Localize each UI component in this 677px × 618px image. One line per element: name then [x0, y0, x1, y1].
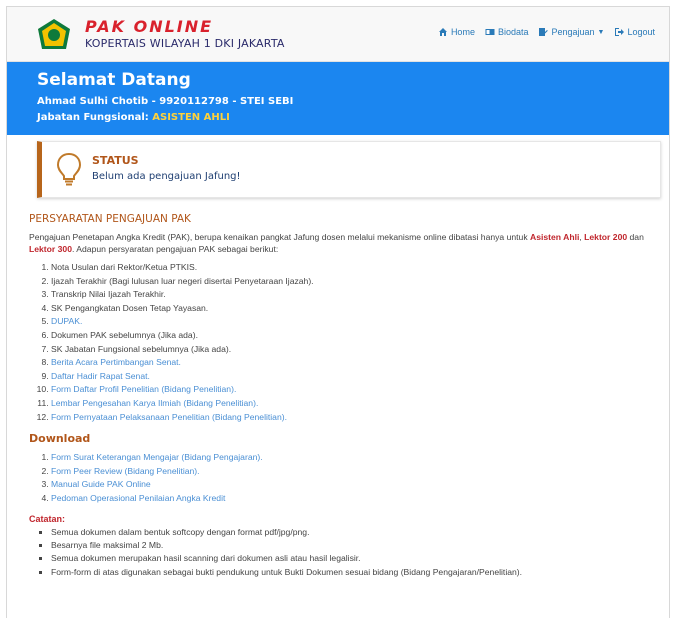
brand-title[interactable]: PAK ONLINE	[85, 17, 213, 36]
list-item: Transkrip Nilai Ijazah Terakhir.	[51, 288, 659, 302]
nav-pengajuan-label: Pengajuan	[551, 27, 595, 37]
nav-biodata-label: Biodata	[497, 27, 529, 37]
welcome-title: Selamat Datang	[37, 70, 191, 90]
list-item-link[interactable]: Lembar Pengesahan Karya Ilmiah (Bidang P…	[51, 397, 659, 411]
note-item: Form-form di atas digunakan sebagai bukt…	[51, 566, 659, 579]
list-item: Nota Usulan dari Rektor/Ketua PTKIS.	[51, 261, 659, 275]
download-link[interactable]: Pedoman Operasional Penilaian Angka Kred…	[51, 492, 659, 506]
page-frame: PAK ONLINE KOPERTAIS WILAYAH 1 DKI JAKAR…	[6, 6, 670, 618]
nav-logout[interactable]: Logout	[614, 27, 655, 37]
note-item: Besarnya file maksimal 2 Mb.	[51, 539, 659, 552]
requirements-intro: Pengajuan Penetapan Angka Kredit (PAK), …	[29, 231, 659, 255]
download-link[interactable]: Form Peer Review (Bidang Penelitian).	[51, 465, 659, 479]
asisten-ahli-label: Asisten Ahli	[530, 232, 580, 242]
intro-text-2: dan	[629, 232, 644, 242]
jabatan-label: Jabatan Fungsional:	[37, 112, 149, 123]
status-text: Belum ada pengajuan Jafung!	[92, 171, 241, 182]
list-item: Ijazah Terakhir (Bagi lulusan luar neger…	[51, 275, 659, 289]
lektor-200-label: Lektor 200	[584, 232, 628, 242]
jabatan-line: Jabatan Fungsional: ASISTEN AHLI	[37, 112, 230, 123]
lightbulb-icon	[56, 152, 82, 186]
download-link[interactable]: Manual Guide PAK Online	[51, 478, 659, 492]
list-item-link[interactable]: Daftar Hadir Rapat Senat.	[51, 370, 659, 384]
intro-text-1: Pengajuan Penetapan Angka Kredit (PAK), …	[29, 232, 528, 242]
list-item: Dokumen PAK sebelumnya (Jika ada).	[51, 329, 659, 343]
status-callout: STATUS Belum ada pengajuan Jafung!	[37, 141, 661, 198]
nav-pengajuan[interactable]: Pengajuan ▼	[538, 27, 604, 37]
status-heading: STATUS	[92, 154, 139, 167]
note-item: Semua dokumen dalam bentuk softcopy deng…	[51, 526, 659, 539]
intro-text-3: . Adapun persyaratan pengajuan PAK sebag…	[72, 244, 279, 254]
kemenag-logo-icon	[38, 19, 70, 49]
brand-subtitle: KOPERTAIS WILAYAH 1 DKI JAKARTA	[85, 37, 285, 50]
note-item: Semua dokumen merupakan hasil scanning d…	[51, 552, 659, 565]
list-item: SK Jabatan Fungsional sebelumnya (Jika a…	[51, 343, 659, 357]
list-item-link[interactable]: Form Pernyataan Pelaksanaan Penelitian (…	[51, 411, 659, 425]
list-item-link[interactable]: DUPAK.	[51, 315, 659, 329]
nav-logout-label: Logout	[627, 27, 655, 37]
nav-home[interactable]: Home	[438, 27, 475, 37]
download-list: Form Surat Keterangan Mengajar (Bidang P…	[51, 451, 659, 505]
requirements-heading: PERSYARATAN PENGAJUAN PAK	[29, 213, 191, 225]
nav-menu: Home Biodata Pengajuan ▼ Logout	[438, 27, 655, 37]
notes-list: Semua dokumen dalam bentuk softcopy deng…	[51, 526, 659, 580]
nav-home-label: Home	[450, 27, 475, 37]
user-info: Ahmad Sulhi Chotib - 9920112798 - STEI S…	[37, 96, 294, 107]
nav-biodata[interactable]: Biodata	[485, 27, 529, 37]
list-item: SK Pengangkatan Dosen Tetap Yayasan.	[51, 302, 659, 316]
download-heading: Download	[29, 432, 91, 446]
sep-comma: ,	[579, 232, 582, 242]
download-link[interactable]: Form Surat Keterangan Mengajar (Bidang P…	[51, 451, 659, 465]
main-content: PERSYARATAN PENGAJUAN PAK Pengajuan Pene…	[29, 213, 659, 579]
list-item-link[interactable]: Berita Acara Pertimbangan Senat.	[51, 356, 659, 370]
notes-heading: Catatan:	[29, 513, 66, 524]
home-icon	[438, 28, 447, 36]
id-card-icon	[485, 29, 495, 35]
edit-icon	[539, 28, 549, 36]
jabatan-value: ASISTEN AHLI	[152, 112, 230, 123]
caret-down-icon: ▼	[597, 28, 605, 36]
logout-icon	[615, 28, 625, 36]
lektor-300-label: Lektor 300	[29, 244, 72, 254]
list-item-link[interactable]: Form Daftar Profil Penelitian (Bidang Pe…	[51, 383, 659, 397]
requirements-list: Nota Usulan dari Rektor/Ketua PTKIS. Ija…	[51, 261, 659, 424]
welcome-banner: Selamat Datang Ahmad Sulhi Chotib - 9920…	[7, 62, 669, 135]
navbar: PAK ONLINE KOPERTAIS WILAYAH 1 DKI JAKAR…	[7, 7, 669, 62]
